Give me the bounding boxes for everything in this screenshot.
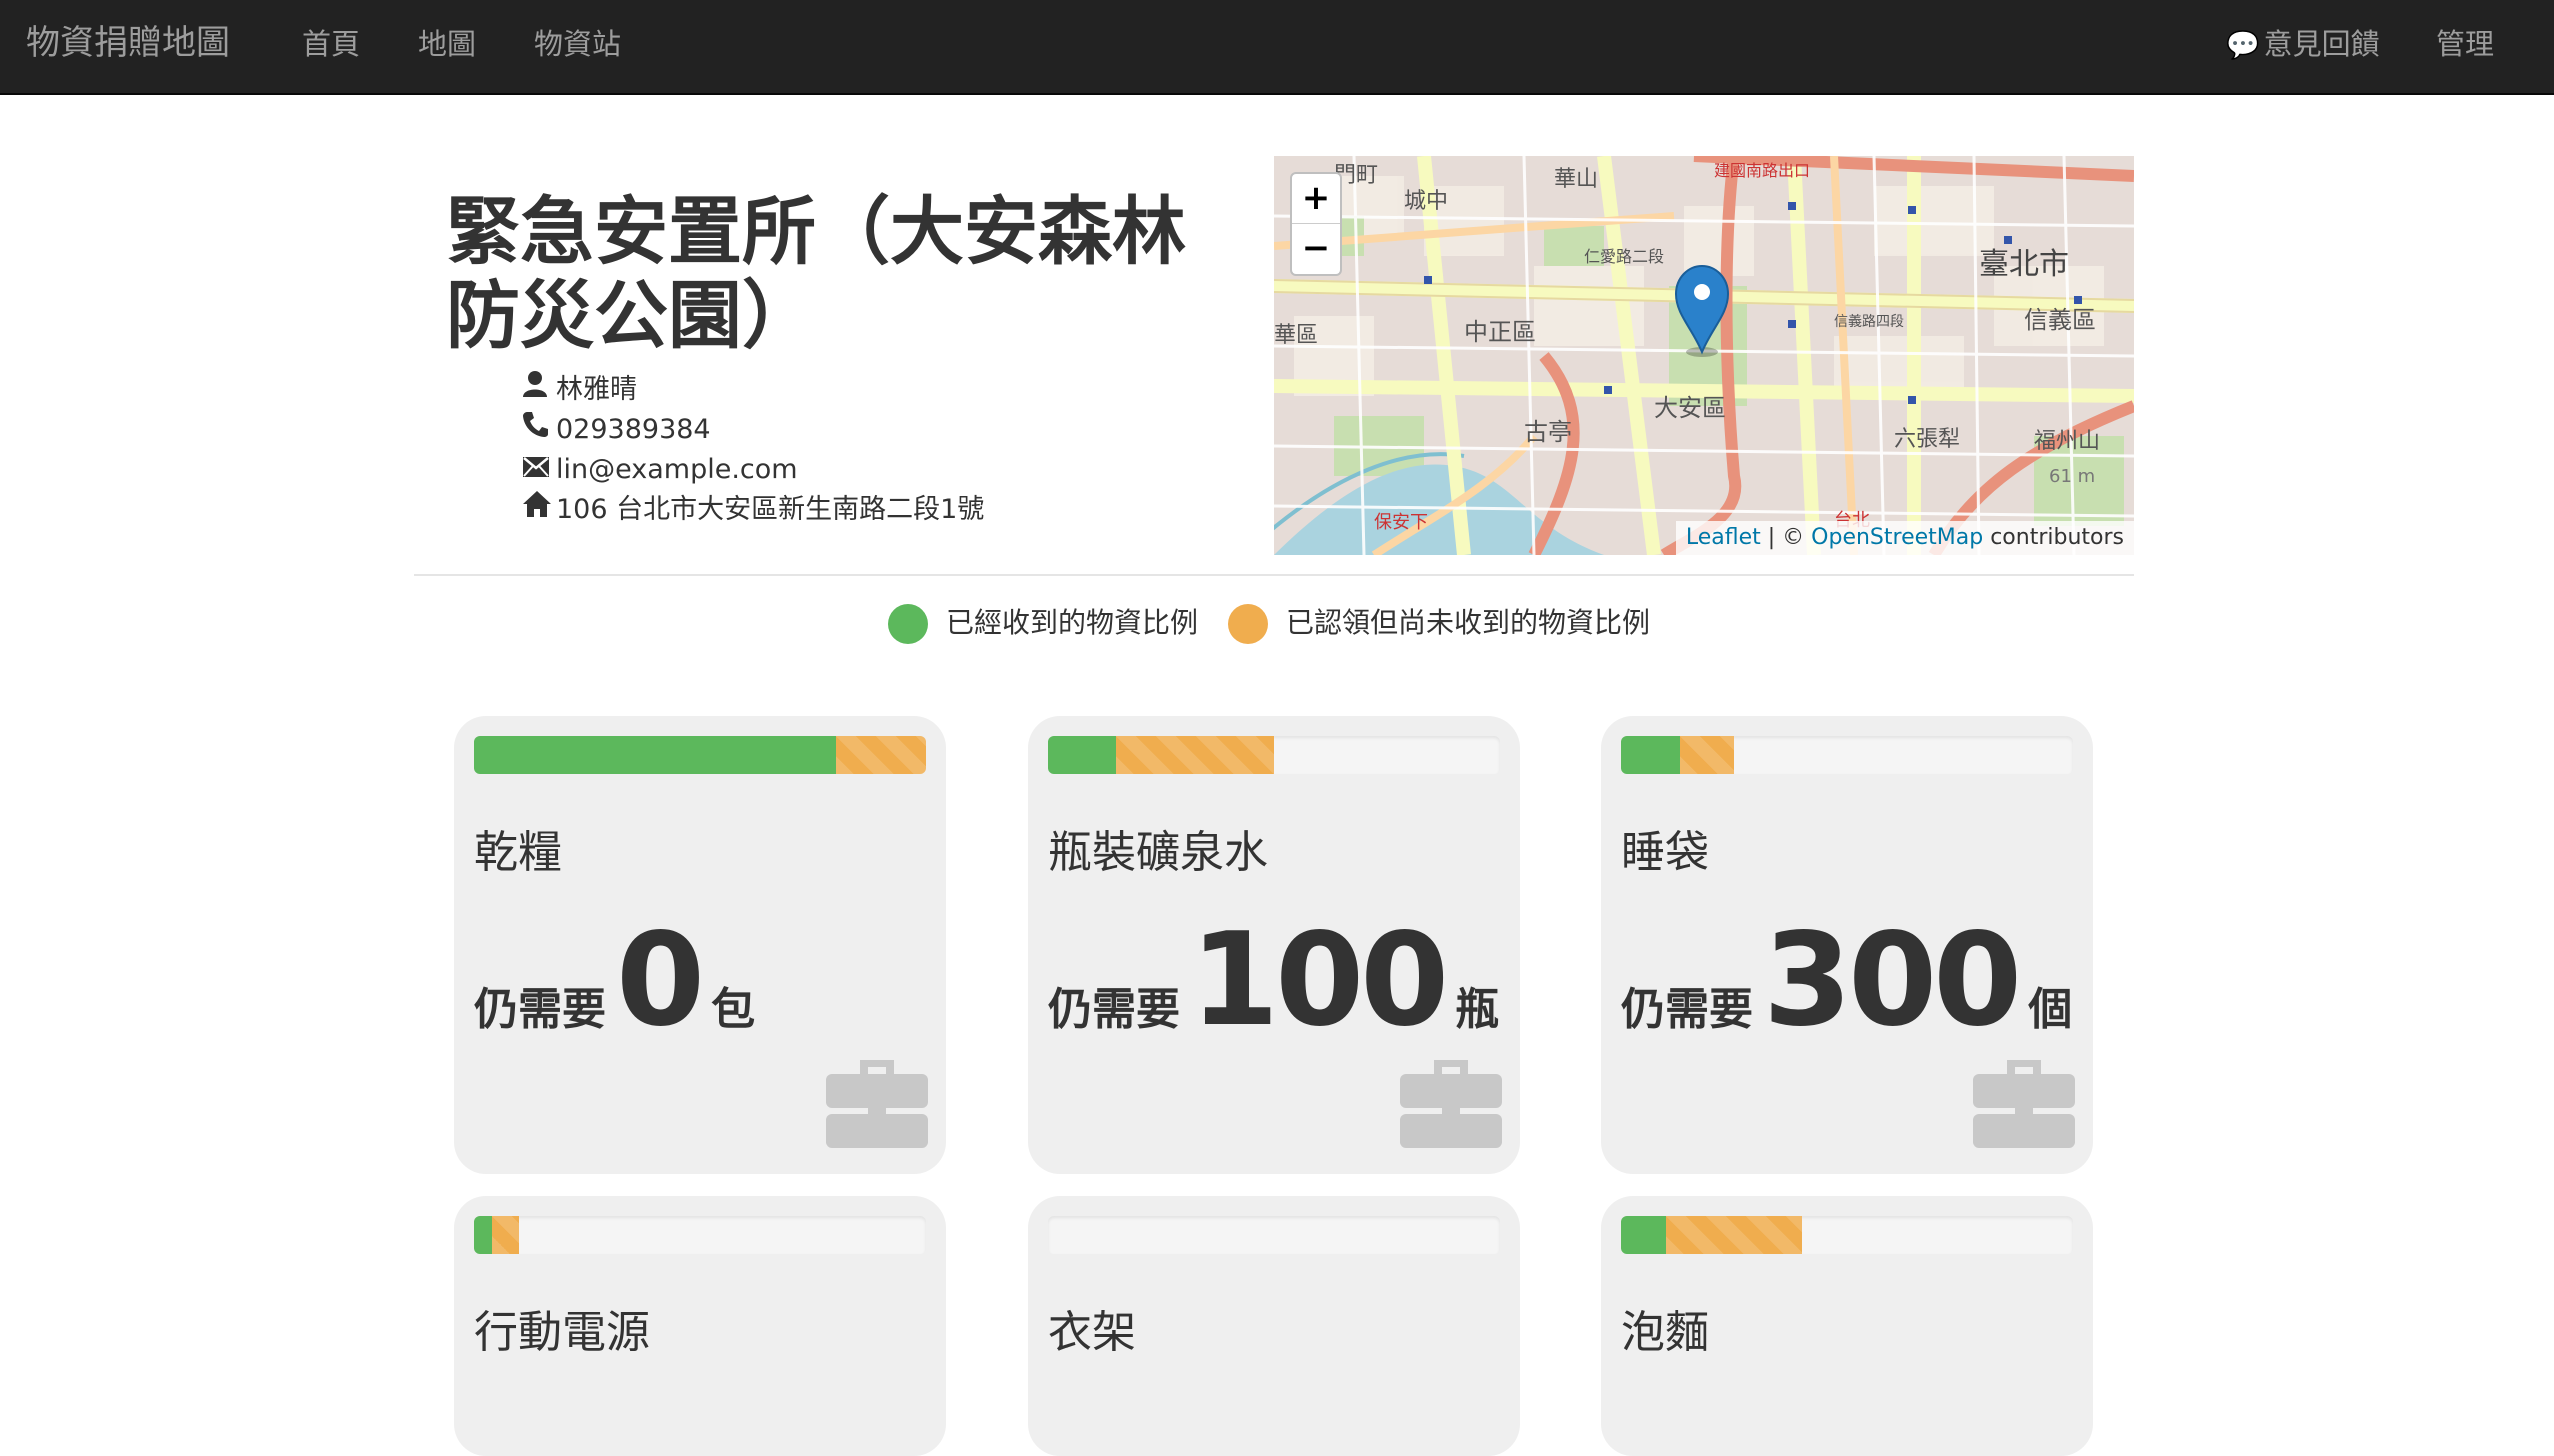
progress-claimed	[836, 736, 926, 774]
brand-link[interactable]: 物資捐贈地圖	[26, 0, 230, 95]
progress-claimed	[1116, 736, 1274, 774]
map-label: 六張犁	[1894, 427, 1960, 452]
contact-phone-row: 029389384	[522, 410, 711, 450]
progress-bar	[1048, 736, 1500, 774]
comment-icon: 💬	[2226, 30, 2260, 61]
map-label: 信義路四段	[1834, 313, 1904, 330]
need-unit: 包	[711, 984, 756, 1035]
need-label: 仍需要	[1048, 984, 1180, 1035]
need-unit: 瓶	[1455, 984, 1500, 1035]
item-name: 瓶裝礦泉水	[1048, 827, 1268, 878]
leaflet-link[interactable]: Leaflet	[1686, 525, 1761, 550]
progress-bar	[1048, 1216, 1500, 1254]
contact-address-row: 106 台北市大安區新生南路二段1號	[522, 490, 984, 530]
map-label: 保安下	[1374, 512, 1428, 533]
need-unit: 個	[2028, 984, 2073, 1035]
progress-bar	[1621, 736, 2073, 774]
zoom-out-button[interactable]: −	[1292, 224, 1340, 274]
item-card[interactable]: 泡麵	[1601, 1196, 2093, 1456]
progress-bar	[1621, 1216, 2073, 1254]
map-label: 61 m	[2049, 466, 2095, 487]
map-label: 城中	[1404, 189, 1448, 214]
map-tiles: 門町 華山 建國南路出口 城中 仁愛路二段 臺北市 信義路四段 信義區 中正區 …	[1274, 156, 2134, 555]
phone-icon	[522, 410, 556, 450]
nav-stations[interactable]: 物資站	[534, 0, 621, 95]
briefcase-icon	[826, 1054, 928, 1154]
progress-claimed	[492, 1216, 519, 1254]
envelope-icon	[522, 450, 556, 490]
progress-received	[1621, 1216, 1666, 1254]
contact-name-row: 林雅晴	[522, 370, 637, 410]
need-label: 仍需要	[1621, 984, 1753, 1035]
need-quantity: 300	[1763, 906, 2022, 1055]
contact-address: 106 台北市大安區新生南路二段1號	[556, 494, 985, 525]
user-icon	[522, 370, 556, 410]
progress-received	[474, 736, 836, 774]
map-label: 信義區	[2024, 306, 2096, 334]
item-card[interactable]: 行動電源	[454, 1196, 946, 1456]
item-name: 乾糧	[474, 827, 562, 878]
map-label: 華山	[1554, 167, 1598, 192]
contact-email-row: lin@example.com	[522, 450, 798, 490]
progress-received	[1048, 736, 1116, 774]
item-card[interactable]: 乾糧仍需要0 包	[454, 716, 946, 1174]
item-need: 仍需要0 包	[474, 906, 755, 1055]
progress-received	[474, 1216, 492, 1254]
map-label: 仁愛路二段	[1584, 247, 1664, 266]
map-label: 古亭	[1524, 418, 1572, 446]
map-label: 福州山	[2034, 429, 2100, 454]
item-name: 睡袋	[1621, 827, 1709, 878]
station-map[interactable]: 門町 華山 建國南路出口 城中 仁愛路二段 臺北市 信義路四段 信義區 中正區 …	[1274, 156, 2134, 555]
contact-phone[interactable]: 029389384	[556, 414, 711, 445]
nav-map[interactable]: 地圖	[418, 0, 476, 95]
legend-received-label: 已經收到的物資比例	[946, 606, 1199, 639]
item-card[interactable]: 衣架	[1028, 1196, 1520, 1456]
map-label: 建國南路出口	[1714, 161, 1810, 180]
briefcase-icon	[1973, 1054, 2075, 1154]
map-attribution: Leaflet | © OpenStreetMap contributors	[1675, 521, 2134, 555]
item-name: 衣架	[1048, 1307, 1136, 1358]
legend-received-swatch	[888, 604, 928, 644]
need-quantity: 0	[616, 906, 705, 1055]
item-card[interactable]: 睡袋仍需要300 個	[1601, 716, 2093, 1174]
map-label: 大安區	[1654, 394, 1726, 422]
map-label: 中正區	[1464, 318, 1536, 346]
attribution-separator: | ©	[1760, 525, 1812, 550]
nav-admin[interactable]: 管理	[2436, 0, 2494, 95]
contact-name: 林雅晴	[556, 374, 637, 405]
zoom-control: + −	[1290, 172, 1342, 276]
station-title: 緊急安置所（大安森林防災公園）	[446, 189, 1186, 359]
nav-feedback[interactable]: 💬 意見回饋	[2226, 0, 2380, 95]
need-label: 仍需要	[474, 984, 606, 1035]
progress-claimed	[1666, 1216, 1802, 1254]
map-label: 臺北市	[1979, 247, 2069, 282]
progress-bar	[474, 1216, 926, 1254]
navbar: 物資捐贈地圖 首頁 地圖 物資站 💬 意見回饋 管理	[0, 0, 2554, 95]
item-card[interactable]: 瓶裝礦泉水仍需要100 瓶	[1028, 716, 1520, 1174]
divider	[414, 574, 2134, 576]
legend-claimed-swatch	[1228, 604, 1268, 644]
attribution-tail: contributors	[1983, 525, 2124, 550]
nav-feedback-label: 意見回饋	[2263, 27, 2380, 61]
progress-received	[1621, 736, 1680, 774]
item-need: 仍需要300 個	[1621, 906, 2072, 1055]
contact-email[interactable]: lin@example.com	[556, 454, 798, 485]
nav-home[interactable]: 首頁	[302, 0, 360, 95]
legend-received: 已經收到的物資比例	[888, 602, 1198, 644]
progress-bar	[474, 736, 926, 774]
home-icon	[522, 490, 556, 530]
zoom-in-button[interactable]: +	[1292, 174, 1340, 224]
need-quantity: 100	[1190, 906, 1449, 1055]
osm-link[interactable]: OpenStreetMap	[1811, 525, 1983, 550]
item-need: 仍需要100 瓶	[1048, 906, 1499, 1055]
item-name: 行動電源	[474, 1307, 650, 1358]
item-name: 泡麵	[1621, 1307, 1709, 1358]
legend-claimed: 已認領但尚未收到的物資比例	[1228, 602, 1650, 644]
map-label: 華區	[1274, 323, 1318, 348]
briefcase-icon	[1400, 1054, 1502, 1154]
progress-claimed	[1680, 736, 1734, 774]
legend-claimed-label: 已認領但尚未收到的物資比例	[1286, 606, 1651, 639]
